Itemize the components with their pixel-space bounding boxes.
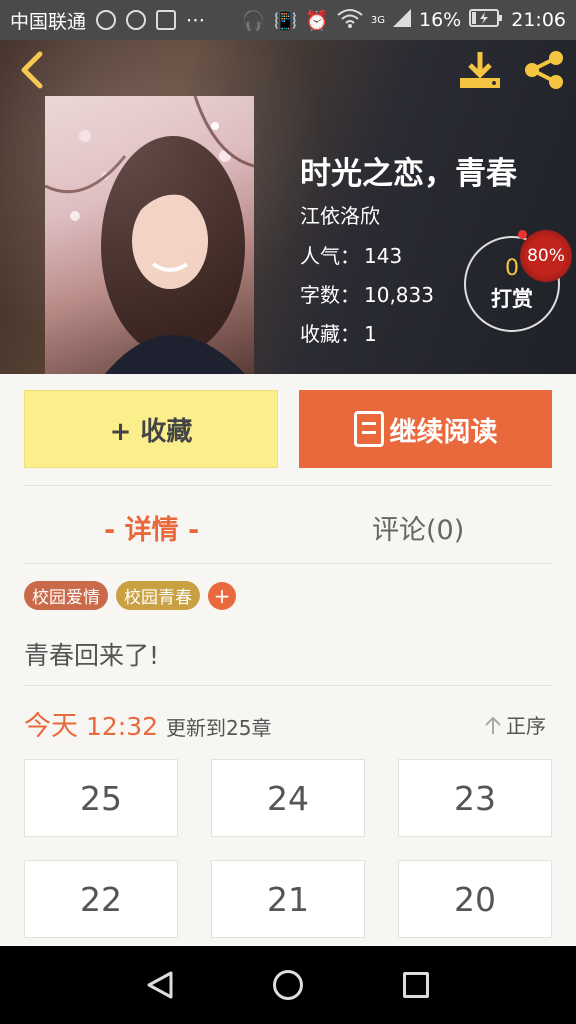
word-count-stat: 字数： 10,833 — [300, 279, 434, 308]
divider — [24, 563, 552, 564]
sort-order-label: 正序 — [506, 714, 546, 738]
chapter-button[interactable]: 20 — [398, 860, 552, 938]
add-tag-button[interactable]: + — [208, 581, 236, 610]
tag-list: 校园爱情 校园青春 + — [24, 581, 236, 610]
triangle-back-icon — [147, 971, 173, 999]
arrow-up-icon — [485, 716, 501, 734]
divider — [24, 485, 552, 486]
status-bar: 中国联通 ⋯ 🎧 📳 ⏰ 3G 16% 21:06 — [0, 0, 576, 40]
tag-campus-youth[interactable]: 校园青春 — [116, 581, 200, 610]
add-to-favorites-button[interactable]: + 收藏 — [24, 390, 278, 468]
book-title: 时光之恋，青春 — [300, 156, 517, 192]
more-notifications-icon: ⋯ — [186, 9, 208, 31]
word-count-label: 字数： — [300, 283, 360, 307]
tip-percent-badge: 80% — [520, 230, 572, 282]
tip-label: 打赏 — [491, 287, 533, 311]
battery-icon — [469, 8, 503, 32]
popularity-label: 人气： — [300, 244, 360, 268]
popularity-stat: 人气： 143 — [300, 240, 402, 269]
signal-icon — [393, 8, 411, 32]
continue-reading-label: 继续阅读 — [389, 416, 498, 448]
back-arrow-icon — [21, 51, 43, 89]
sim-icon — [156, 10, 177, 30]
tag-campus-love[interactable]: 校园爱情 — [24, 581, 108, 610]
chapter-button[interactable]: 23 — [398, 759, 552, 837]
chapter-button[interactable]: 22 — [24, 860, 178, 938]
divider — [24, 685, 552, 686]
favorites-stat: 收藏： 1 — [300, 318, 377, 347]
book-header: 时光之恋，青春 江依洛欣 人气： 143 字数： 10,833 收藏： 1 0 打赏 … — [0, 40, 576, 374]
favorites-value: 1 — [364, 322, 377, 346]
alarm-icon: ⏰ — [305, 9, 329, 32]
tab-comments[interactable]: 评论(0) — [372, 508, 464, 547]
share-button[interactable] — [522, 50, 566, 90]
continue-reading-button[interactable]: 继续阅读 — [299, 390, 552, 468]
chapter-button[interactable]: 24 — [211, 759, 365, 837]
download-icon — [460, 52, 500, 88]
battery-percent: 16% — [419, 9, 462, 31]
clock-time: 21:06 — [511, 9, 566, 31]
update-info: 今天 12:32 更新到25章 — [24, 704, 272, 743]
nav-recent-apps-button[interactable] — [403, 972, 429, 998]
tip-indicator-dot — [518, 230, 527, 239]
book-cover-image — [45, 96, 254, 374]
sort-order-button[interactable]: 正序 — [484, 710, 546, 739]
chapter-button[interactable]: 21 — [211, 860, 365, 938]
download-button[interactable] — [458, 50, 502, 90]
update-text: 更新到25章 — [166, 716, 272, 740]
wifi-icon — [337, 8, 363, 33]
network-type-label: 3G — [370, 14, 385, 26]
system-navigation-bar — [0, 946, 576, 1024]
tab-details[interactable]: - 详情 - — [104, 508, 199, 547]
k-app-icon — [96, 10, 117, 30]
book-summary: 青春回来了! — [24, 641, 160, 670]
book-author[interactable]: 江依洛欣 — [300, 200, 380, 229]
chapter-button[interactable]: 25 — [24, 759, 178, 837]
nav-home-button[interactable] — [273, 970, 303, 1000]
word-count-value: 10,833 — [364, 283, 434, 307]
app-notification-icon — [126, 10, 147, 30]
carrier-name: 中国联通 — [10, 10, 87, 33]
update-time: 12:32 — [86, 712, 159, 741]
book-icon — [353, 411, 384, 447]
nav-back-button[interactable] — [145, 970, 175, 1000]
vibrate-icon: 📳 — [273, 9, 298, 32]
favorites-label: 收藏： — [300, 322, 360, 346]
update-day: 今天 — [24, 711, 78, 742]
popularity-value: 143 — [364, 244, 403, 268]
back-button[interactable] — [16, 50, 48, 90]
share-icon — [525, 51, 563, 89]
headphones-icon: 🎧 — [241, 9, 266, 32]
